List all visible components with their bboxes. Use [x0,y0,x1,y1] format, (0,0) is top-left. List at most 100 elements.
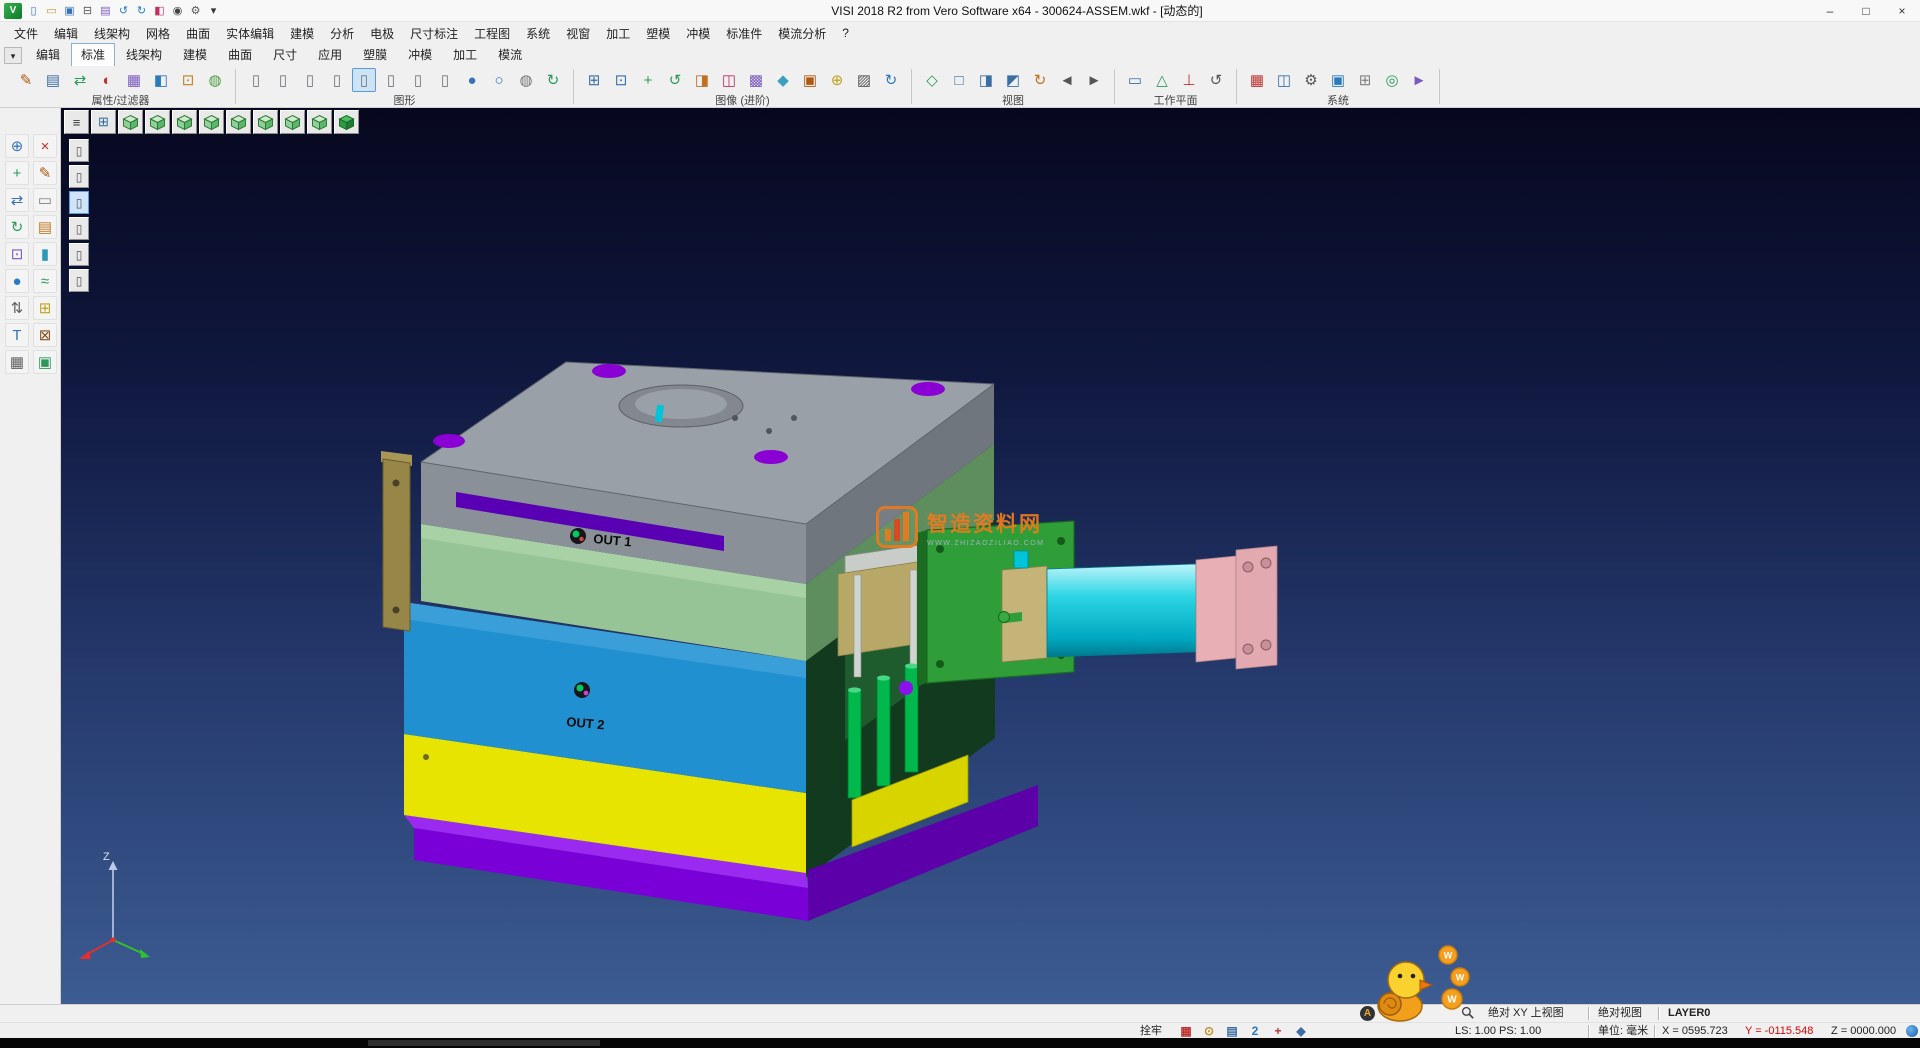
view-top-icon[interactable]: ◩ [1001,68,1025,92]
copy-attributes-icon[interactable]: ▤ [41,68,65,92]
menu-item-standard-parts[interactable]: 标准件 [718,23,770,44]
zoom-window-icon[interactable]: ⊞ [582,68,606,92]
snap-point-icon[interactable]: ⊙ [1201,1023,1217,1039]
maximize-button[interactable]: □ [1848,0,1884,21]
view-previous-icon[interactable]: ◄ [1055,68,1079,92]
view-right-icon[interactable]: ◨ [974,68,998,92]
selection-filter-5-icon[interactable]: ▯ [69,243,89,266]
settings-icon[interactable]: ⚙ [187,3,204,19]
view-orientation-label[interactable]: 绝对 XY 上视图 [1488,1006,1564,1021]
solid-display-icon[interactable]: ◆ [1293,1023,1309,1039]
refresh-image-icon[interactable]: ↻ [879,68,903,92]
menu-item-electrode[interactable]: 电极 [362,23,402,44]
macro-run-icon[interactable]: ► [1407,68,1431,92]
axis-lock-icon[interactable]: + [1270,1023,1286,1039]
gfx-style-7-icon[interactable]: ▯ [406,68,430,92]
pattern-icon[interactable]: ⊞ [33,296,57,320]
sphere-icon[interactable]: ● [5,269,29,293]
redo-icon[interactable]: ↻ [133,3,150,19]
menu-item-surface[interactable]: 曲面 [178,23,218,44]
view-rotate-icon[interactable]: ↻ [1028,68,1052,92]
isolate-icon[interactable]: ◍ [203,68,227,92]
new-file-icon[interactable]: ▯ [25,3,42,19]
menu-item-modeling[interactable]: 建模 [282,23,322,44]
menu-item-system[interactable]: 系统 [518,23,558,44]
workplane-3points-icon[interactable]: △ [1150,68,1174,92]
gfx-style-8-icon[interactable]: ▯ [433,68,457,92]
text-icon[interactable]: T [5,323,29,347]
menu-item-wireframe[interactable]: 线架构 [86,23,138,44]
render-icon[interactable]: ◆ [771,68,795,92]
workplane-xy-icon[interactable]: ▭ [1123,68,1147,92]
selection-mask-icon[interactable]: ⊡ [176,68,200,92]
refresh-display-icon[interactable]: ↻ [541,68,565,92]
viewport-layout-icon[interactable]: ⊞ [91,110,116,134]
undo-icon[interactable]: ↺ [115,3,132,19]
menu-item-solid-edit[interactable]: 实体编辑 [218,23,282,44]
view-menu-icon[interactable]: ≡ [64,110,89,134]
snap-settings-icon[interactable]: ◎ [1380,68,1404,92]
rotate-icon[interactable]: ↻ [5,215,29,239]
export-icon[interactable]: ▣ [33,350,57,374]
filter-layer-icon[interactable]: ▦ [122,68,146,92]
move-icon[interactable]: ⇄ [5,188,29,212]
menu-item-flow-analysis[interactable]: 模流分析 [770,23,834,44]
viewport-3d[interactable]: OUT 1 OUT 2 Z ≡ [61,108,1920,1004]
shaded-cube-icon[interactable] [334,110,359,134]
workplane-normal-icon[interactable]: ⊥ [1177,68,1201,92]
menu-item-help[interactable]: ? [834,24,857,42]
snapshot-icon[interactable]: ▣ [798,68,822,92]
menu-item-progress[interactable]: 冲模 [678,23,718,44]
shaded-display-icon[interactable]: ● [460,68,484,92]
wireframe-display-icon[interactable]: ○ [487,68,511,92]
open-file-icon[interactable]: ▭ [43,3,60,19]
curve-icon[interactable]: ≈ [33,269,57,293]
iso-view-6-icon[interactable] [253,110,278,134]
iso-view-2-icon[interactable] [145,110,170,134]
properties-brush-icon[interactable]: ✎ [14,68,38,92]
zoom-fit-icon[interactable]: ⊡ [609,68,633,92]
gfx-style-3-icon[interactable]: ▯ [298,68,322,92]
selection-filter-6-icon[interactable]: ▯ [69,269,89,292]
tab-surface[interactable]: 曲面 [218,43,262,67]
grid-icon[interactable]: ▦ [5,350,29,374]
gfx-style-5-icon[interactable]: ▯ [352,68,376,92]
shaded-view-icon[interactable]: ◨ [690,68,714,92]
menu-item-window[interactable]: 视窗 [558,23,598,44]
tab-machining[interactable]: 加工 [443,43,487,67]
rotate-view-icon[interactable]: ↺ [663,68,687,92]
gfx-style-2-icon[interactable]: ▯ [271,68,295,92]
minimize-button[interactable]: – [1812,0,1848,21]
iso-view-1-icon[interactable] [118,110,143,134]
profile-2d-icon[interactable]: 2 [1247,1023,1263,1039]
gfx-style-4-icon[interactable]: ▯ [325,68,349,92]
selection-filter-4-icon[interactable]: ▯ [69,217,89,240]
menu-item-mesh[interactable]: 网格 [138,23,178,44]
screen-config-icon[interactable]: ◫ [1272,68,1296,92]
menu-item-mould[interactable]: 塑模 [638,23,678,44]
filter-elements-icon[interactable]: ⇄ [68,68,92,92]
color-table-icon[interactable]: ▦ [1245,68,1269,92]
view-iso-icon[interactable]: ◇ [920,68,944,92]
active-layer-label[interactable]: LAYER0 [1668,1006,1710,1021]
tab-dimension[interactable]: 尺寸 [263,43,307,67]
menu-item-machining[interactable]: 加工 [598,23,638,44]
tab-wireframe[interactable]: 线架构 [116,43,172,67]
scene-canvas[interactable]: OUT 1 OUT 2 Z [61,108,1920,1004]
zoom-in-icon[interactable]: ⊕ [5,134,29,158]
selection-filter-1-icon[interactable]: ▯ [69,139,89,162]
iso-view-8-icon[interactable] [307,110,332,134]
solid-edit-icon[interactable]: ⊡ [5,242,29,266]
iso-view-5-icon[interactable] [226,110,251,134]
background-icon[interactable]: ▨ [852,68,876,92]
save-icon[interactable]: ▣ [61,3,78,19]
tab-application[interactable]: 应用 [308,43,352,67]
print-icon[interactable]: ⊟ [79,3,96,19]
selection-filter-2-icon[interactable]: ▯ [69,165,89,188]
view-front-icon[interactable]: □ [947,68,971,92]
hidden-line-display-icon[interactable]: ◍ [514,68,538,92]
tab-progress[interactable]: 冲模 [398,43,442,67]
light-icon[interactable]: ⊕ [825,68,849,92]
menu-item-drawing[interactable]: 工程图 [466,23,518,44]
system-settings-icon[interactable]: ⚙ [1299,68,1323,92]
